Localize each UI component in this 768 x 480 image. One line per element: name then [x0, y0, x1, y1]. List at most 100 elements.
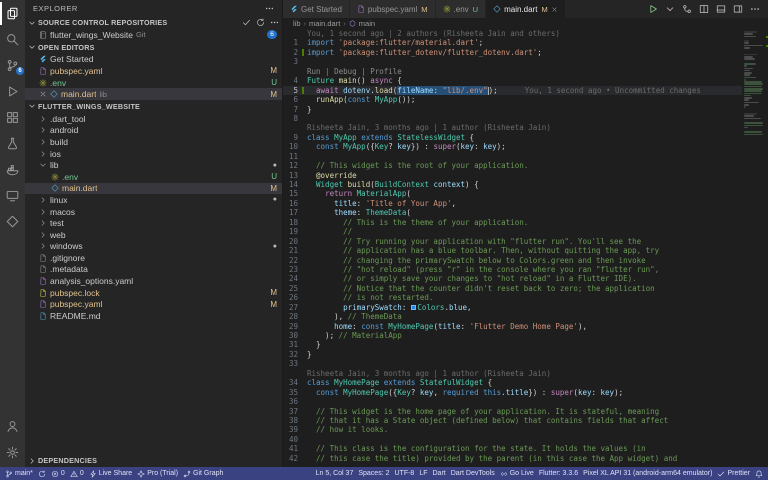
go-live[interactable]: Go Live — [500, 470, 534, 478]
line-number[interactable]: 42 — [283, 454, 307, 463]
line-number[interactable]: 8 — [283, 114, 307, 123]
code-line[interactable]: 40 — [283, 435, 768, 444]
code-line[interactable]: 41 // This class is the configuration fo… — [283, 444, 768, 453]
line-number[interactable]: 41 — [283, 444, 307, 453]
code-line[interactable]: 8 — [283, 114, 768, 123]
language-mode[interactable]: Dart — [433, 470, 446, 477]
open-editor-get-started[interactable]: Get Started — [25, 54, 282, 66]
code-line[interactable]: 27 primarySwatch: Colors.blue, — [283, 303, 768, 312]
eol[interactable]: LF — [419, 470, 427, 477]
activity-dart[interactable] — [0, 210, 25, 233]
open-editors-header[interactable]: OPEN EDITORS — [25, 41, 282, 54]
scm-repo-row[interactable]: flutter_wings_Website Git 6 — [25, 29, 282, 41]
activity-account[interactable] — [0, 415, 25, 438]
breadcrumb-item-lib[interactable]: lib — [293, 19, 301, 28]
code-editor[interactable]: You, 1 second ago | 2 authors (Risheeta … — [283, 29, 768, 467]
code-line[interactable]: 42 // this case the title) provided by t… — [283, 454, 768, 463]
line-number[interactable]: 40 — [283, 435, 307, 444]
code-line[interactable]: 5 await dotenv.load(fileName: "lib/.env"… — [283, 86, 768, 95]
tree-folder-windows[interactable]: windows● — [25, 241, 282, 253]
tree-folder-macos[interactable]: macos — [25, 206, 282, 218]
line-number[interactable]: 30 — [283, 331, 307, 340]
code-line[interactable]: 14 Widget build(BuildContext context) { — [283, 180, 768, 189]
code-line[interactable]: 4Future main() async { — [283, 76, 768, 85]
close-icon[interactable] — [39, 90, 47, 98]
line-number[interactable]: 13 — [283, 171, 307, 180]
tree-file-env[interactable]: .envU — [25, 171, 282, 183]
code-line[interactable]: 39 // how it looks. — [283, 425, 768, 434]
tree-folder-lib[interactable]: lib● — [25, 159, 282, 171]
tree-folder-android[interactable]: android — [25, 125, 282, 137]
line-number[interactable]: 20 — [283, 237, 307, 246]
code-line[interactable]: 35 const MyHomePage({Key? key, required … — [283, 388, 768, 397]
line-number[interactable]: 33 — [283, 359, 307, 368]
line-number[interactable]: 9 — [283, 133, 307, 142]
run-dropdown[interactable] — [665, 4, 675, 14]
line-number[interactable]: 32 — [283, 350, 307, 359]
activity-search[interactable] — [0, 28, 25, 51]
tab-get-started[interactable]: Get Started — [283, 0, 350, 18]
line-number[interactable]: 10 — [283, 142, 307, 151]
tree-file-readme-md[interactable]: README.md — [25, 310, 282, 322]
line-number[interactable]: 11 — [283, 152, 307, 161]
line-number[interactable]: 35 — [283, 388, 307, 397]
line-number[interactable]: 37 — [283, 407, 307, 416]
dependencies-header[interactable]: DEPENDENCIES — [25, 454, 282, 467]
activity-extensions[interactable] — [0, 106, 25, 129]
line-number[interactable]: 28 — [283, 312, 307, 321]
line-number[interactable]: 23 — [283, 265, 307, 274]
line-number[interactable]: 14 — [283, 180, 307, 189]
tree-file-gitignore[interactable]: .gitignore — [25, 252, 282, 264]
line-number[interactable]: 7 — [283, 105, 307, 114]
code-line[interactable]: 37 // This widget is the home page of yo… — [283, 407, 768, 416]
code-line[interactable]: 7} — [283, 105, 768, 114]
sync-button[interactable] — [38, 470, 46, 478]
line-number[interactable]: 16 — [283, 199, 307, 208]
tab-env[interactable]: .envU — [436, 0, 487, 18]
code-line[interactable]: 24 // or simply save your changes to "ho… — [283, 274, 768, 283]
code-line[interactable]: 20 // Try running your application with … — [283, 237, 768, 246]
code-line[interactable]: 36 — [283, 397, 768, 406]
commit-icon[interactable] — [242, 18, 251, 27]
code-line[interactable]: 29 home: const MyHomePage(title: 'Flutte… — [283, 322, 768, 331]
code-line[interactable]: 9class MyApp extends StatelessWidget { — [283, 133, 768, 142]
line-number[interactable]: 3 — [283, 57, 307, 66]
code-line[interactable]: 11 — [283, 152, 768, 161]
code-line[interactable]: 2import 'package:flutter_dotenv/flutter_… — [283, 48, 768, 57]
line-number[interactable]: 17 — [283, 208, 307, 217]
line-number[interactable]: 22 — [283, 256, 307, 265]
line-number[interactable]: 31 — [283, 340, 307, 349]
code-line[interactable]: 12 // This widget is the root of your ap… — [283, 161, 768, 170]
tree-file-analysis-options-yaml[interactable]: analysis_options.yaml — [25, 275, 282, 287]
errors-count[interactable]: 0 — [51, 470, 65, 478]
breadcrumb-item-main[interactable]: main — [359, 19, 375, 28]
cursor-position[interactable]: Ln 5, Col 37 — [316, 470, 354, 477]
line-number[interactable]: 26 — [283, 293, 307, 302]
code-line[interactable]: 32} — [283, 350, 768, 359]
editor-more-actions[interactable] — [750, 4, 760, 14]
line-number[interactable]: 5 — [283, 86, 307, 95]
code-line[interactable]: 34class MyHomePage extends StatefulWidge… — [283, 378, 768, 387]
code-line[interactable]: 18 // This is the theme of your applicat… — [283, 218, 768, 227]
open-editor-pubspec-yaml[interactable]: pubspec.yamlM — [25, 65, 282, 77]
more-actions-icon[interactable] — [270, 18, 279, 27]
line-number[interactable]: 4 — [283, 76, 307, 85]
code-line[interactable]: 38 // that it has a State object (define… — [283, 416, 768, 425]
open-editor-main-dart[interactable]: main.dartlibM — [25, 88, 282, 100]
activity-explorer[interactable] — [0, 2, 25, 25]
flutter-version[interactable]: Flutter: 3.3.6 — [539, 470, 578, 477]
git-graph[interactable]: Git Graph — [183, 470, 223, 478]
tab-close-icon[interactable] — [551, 6, 558, 13]
activity-settings[interactable] — [0, 441, 25, 464]
prettier[interactable]: Prettier — [717, 470, 750, 478]
explorer-more-icon[interactable] — [265, 4, 274, 13]
device-selector[interactable]: Pixel XL API 31 (android-arm64 emulator) — [583, 470, 712, 477]
toggle-layout-button[interactable] — [733, 4, 743, 14]
line-number[interactable]: 21 — [283, 246, 307, 255]
split-editor-button[interactable] — [699, 4, 709, 14]
code-line[interactable]: 13 @override — [283, 171, 768, 180]
line-number[interactable]: 2 — [283, 48, 307, 57]
refresh-icon[interactable] — [256, 18, 265, 27]
line-number[interactable]: 24 — [283, 274, 307, 283]
branch-indicator[interactable]: main* — [5, 470, 33, 478]
